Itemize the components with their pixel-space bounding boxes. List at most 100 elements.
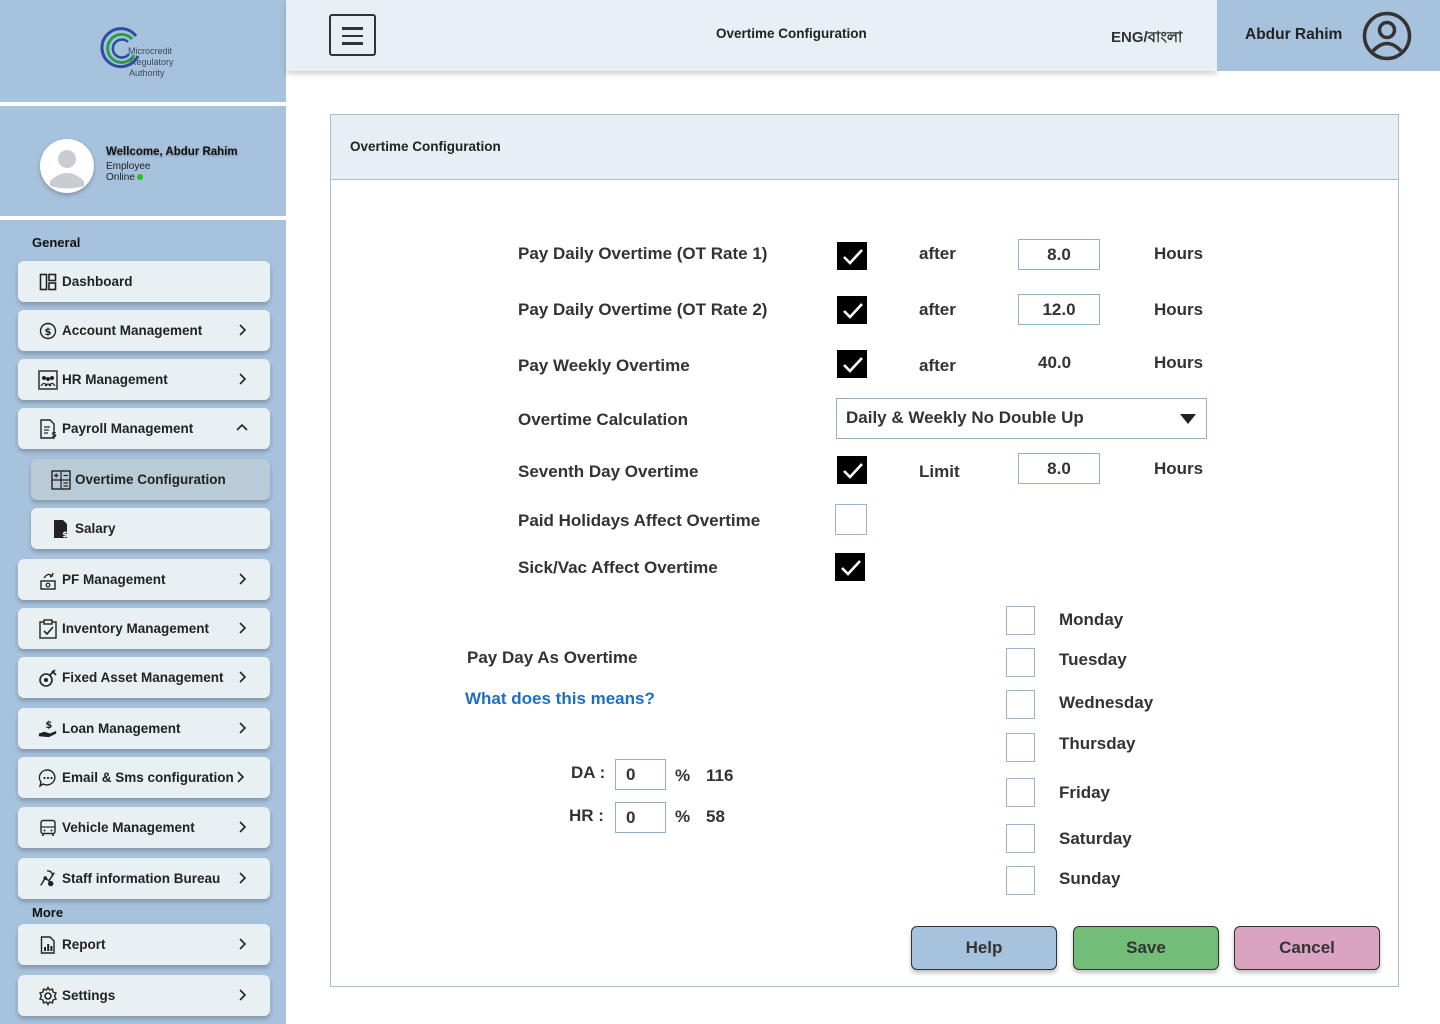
sidebar-item-label: HR Management <box>62 372 168 387</box>
chevron-right-icon <box>239 989 247 1001</box>
user-circle-icon <box>1362 11 1412 61</box>
weekly-ot-label: Pay Weekly Overtime <box>518 356 690 375</box>
gear-icon <box>38 985 58 1006</box>
sunday-checkbox[interactable] <box>1006 866 1035 895</box>
help-link[interactable]: What does this means? <box>465 689 655 709</box>
seventh-day-limit-label: Limit <box>919 462 960 481</box>
chevron-up-icon <box>236 423 248 431</box>
pf-icon <box>38 570 58 590</box>
payroll-icon: $ <box>38 418 58 439</box>
sidebar-item-account-management[interactable]: $ Account Management <box>18 310 270 351</box>
sidebar-item-label: Fixed Asset Management <box>62 670 224 685</box>
bureau-icon <box>38 869 58 889</box>
seventh-day-unit: Hours <box>1154 459 1204 478</box>
general-section-label: General <box>32 235 81 250</box>
user-menu[interactable]: Abdur Rahim <box>1217 0 1440 71</box>
tuesday-checkbox[interactable] <box>1006 648 1035 677</box>
people-icon <box>38 369 58 390</box>
logo-area: Microcredit Regulatory Authority <box>0 0 286 106</box>
profile-card: Wellcome, Abdur Rahim Employee Online <box>0 112 286 220</box>
more-section-label: More <box>32 905 64 920</box>
svg-text:$: $ <box>51 430 57 439</box>
sidebar-item-label: Account Management <box>62 323 203 338</box>
weekly-ot-after-label: after <box>919 356 956 375</box>
sick-vac-label: Sick/Vac Affect Overtime <box>518 558 718 577</box>
role-text: Employee <box>106 161 151 172</box>
hr-amount: 58 <box>706 807 725 826</box>
online-dot-icon <box>136 174 143 181</box>
page-title: Overtime Configuration <box>716 26 867 41</box>
chevron-right-icon <box>239 938 247 950</box>
da-percent-input[interactable] <box>615 759 666 790</box>
monday-checkbox[interactable] <box>1006 606 1035 635</box>
seventh-day-checkbox[interactable] <box>837 456 867 484</box>
welcome-text: Wellcome, Abdur Rahim <box>106 146 238 158</box>
sidebar-item-fixed-asset-management[interactable]: Fixed Asset Management <box>18 657 270 698</box>
ot-calculation-label: Overtime Calculation <box>518 410 689 429</box>
save-button[interactable]: Save <box>1073 926 1219 970</box>
checkmark-icon <box>843 249 863 265</box>
weekly-ot-checkbox[interactable] <box>837 350 867 378</box>
calculator-icon <box>51 469 71 490</box>
friday-checkbox[interactable] <box>1006 778 1035 807</box>
da-label: DA : <box>571 763 606 782</box>
sidebar-item-label: Overtime Configuration <box>75 472 226 487</box>
panel-header: Overtime Configuration <box>331 115 1398 180</box>
sidebar-item-inventory-management[interactable]: Inventory Management <box>18 608 270 649</box>
ot-rate1-hours-input[interactable] <box>1018 239 1100 270</box>
chat-icon <box>38 768 58 788</box>
sidebar-item-vehicle-management[interactable]: Vehicle Management <box>18 807 270 848</box>
ot-rate2-hours-input[interactable] <box>1018 294 1100 325</box>
da-percent-sign: % <box>675 766 691 785</box>
sidebar-item-email-sms-configuration[interactable]: Email & Sms configuration <box>18 757 270 798</box>
chevron-right-icon <box>239 622 247 634</box>
sidebar-item-label: Vehicle Management <box>62 820 195 835</box>
ot-rate2-checkbox[interactable] <box>837 296 867 324</box>
sidebar-item-overtime-configuration[interactable]: Overtime Configuration <box>31 459 270 500</box>
hr-percent-input[interactable] <box>615 802 666 833</box>
friday-label: Friday <box>1059 783 1111 802</box>
sidebar-item-hr-management[interactable]: HR Management <box>18 359 270 400</box>
sidebar-item-label: PF Management <box>62 572 166 587</box>
chevron-right-icon <box>239 324 247 336</box>
wednesday-checkbox[interactable] <box>1006 690 1035 719</box>
online-status: Online <box>106 172 143 183</box>
chevron-right-icon <box>239 671 247 683</box>
avatar[interactable] <box>40 139 94 193</box>
seventh-day-hours-input[interactable] <box>1018 453 1100 484</box>
sidebar-item-dashboard[interactable]: Dashboard <box>18 261 270 302</box>
cancel-button[interactable]: Cancel <box>1234 926 1380 970</box>
chevron-right-icon <box>237 771 245 783</box>
checkmark-icon <box>841 560 861 576</box>
sidebar-item-label: Inventory Management <box>62 621 210 636</box>
help-button[interactable]: Help <box>911 926 1057 970</box>
hamburger-menu-button[interactable] <box>329 14 376 56</box>
sick-vac-checkbox[interactable] <box>835 553 865 581</box>
sidebar-item-label: Staff information Bureau <box>62 871 221 886</box>
sidebar-item-pf-management[interactable]: PF Management <box>18 559 270 600</box>
ot-calculation-select[interactable]: Daily & Weekly No Double Up <box>836 398 1207 439</box>
menu-line <box>342 27 363 30</box>
paid-holidays-checkbox[interactable] <box>835 504 867 535</box>
sidebar-item-label: Dashboard <box>62 274 133 289</box>
language-toggle[interactable]: ENG/বাংলা <box>1111 26 1182 51</box>
saturday-checkbox[interactable] <box>1006 824 1035 853</box>
sidebar-item-payroll-management[interactable]: $ Payroll Management <box>18 408 270 449</box>
ot-rate1-checkbox[interactable] <box>837 242 867 270</box>
sidebar-item-loan-management[interactable]: $ Loan Management <box>18 708 270 749</box>
checkmark-icon <box>843 357 863 373</box>
sidebar-item-report[interactable]: Report <box>18 924 270 965</box>
avatar-person-icon <box>50 150 84 189</box>
thursday-checkbox[interactable] <box>1006 733 1035 762</box>
ot-rate1-label: Pay Daily Overtime (OT Rate 1) <box>518 244 768 263</box>
menu-line <box>342 42 363 45</box>
weekly-ot-hours-value: 40.0 <box>1038 353 1072 372</box>
sidebar-item-label: Payroll Management <box>62 421 194 436</box>
sidebar-item-salary[interactable]: $ Salary <box>31 508 270 549</box>
sidebar-item-staff-information-bureau[interactable]: Staff information Bureau <box>18 858 270 899</box>
svg-text:$: $ <box>45 720 52 731</box>
paid-holidays-label: Paid Holidays Affect Overtime <box>518 511 761 530</box>
sidebar-item-settings[interactable]: Settings <box>18 975 270 1016</box>
ot-rate2-after-label: after <box>919 300 956 319</box>
hr-label: HR : <box>569 806 604 825</box>
